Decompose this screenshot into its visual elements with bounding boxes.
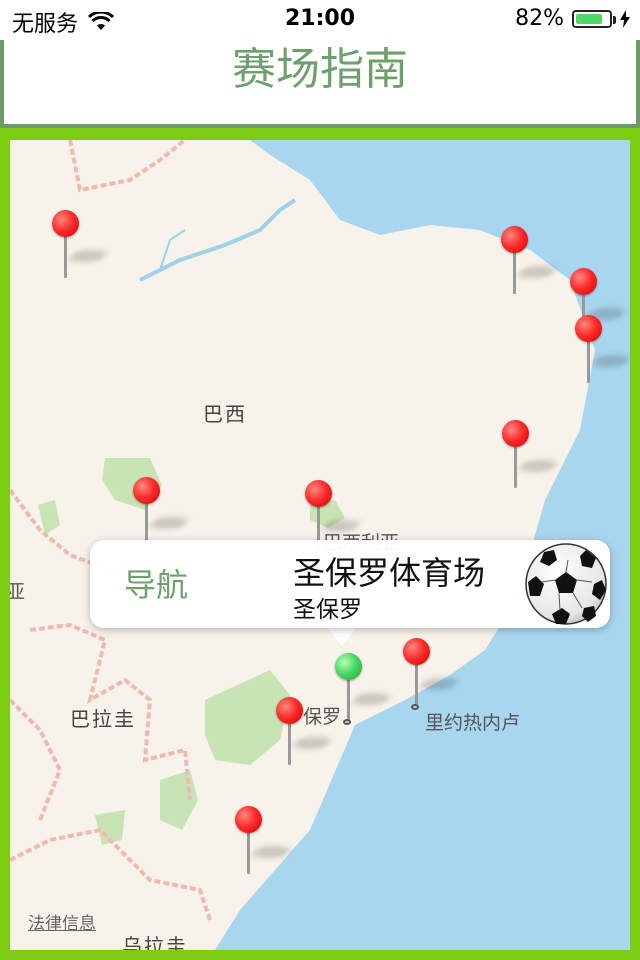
legal-link[interactable]: 法律信息 <box>28 909 96 934</box>
battery-icon <box>572 9 616 28</box>
label-rio: 里约热内卢 <box>425 712 521 734</box>
battery-fill <box>576 13 602 24</box>
soccer-ball-icon[interactable] <box>524 542 608 626</box>
page-title: 赛场指南 <box>232 44 408 95</box>
label-uruguay: 乌拉圭 <box>122 934 188 950</box>
stadium-callout[interactable]: 导航 圣保罗体育场 圣保罗 <box>90 540 610 628</box>
callout-arrow <box>326 626 358 646</box>
stadium-pin-rio[interactable] <box>401 638 461 718</box>
stadium-pin[interactable] <box>233 806 293 886</box>
label-paraguay: 巴拉圭 <box>70 707 136 731</box>
stadium-pin[interactable] <box>499 226 559 306</box>
label-brazil: 巴西 <box>203 402 247 426</box>
status-bar: 无服务 21:00 82% <box>0 0 640 40</box>
navigate-button[interactable]: 导航 <box>124 560 188 606</box>
river <box>139 198 297 282</box>
border-line <box>68 140 187 193</box>
battery-percent: 82% <box>515 6 564 31</box>
stadium-pin[interactable] <box>500 420 560 500</box>
stadium-city: 圣保罗 <box>293 597 362 623</box>
status-right: 82% <box>515 6 630 31</box>
battery-cap <box>613 15 616 24</box>
nav-bar: 赛场指南 <box>0 40 640 128</box>
stadium-pin[interactable] <box>274 697 334 777</box>
park-area <box>160 770 198 830</box>
stadium-title: 圣保罗体育场 <box>293 554 486 592</box>
bolt-icon <box>620 9 630 28</box>
stadium-pin[interactable] <box>50 210 110 290</box>
border-line <box>10 827 212 921</box>
stadium-pin[interactable] <box>573 315 630 395</box>
selected-stadium-pin[interactable] <box>333 653 393 733</box>
label-edge: 亚 <box>10 581 26 603</box>
border-line <box>10 698 63 821</box>
